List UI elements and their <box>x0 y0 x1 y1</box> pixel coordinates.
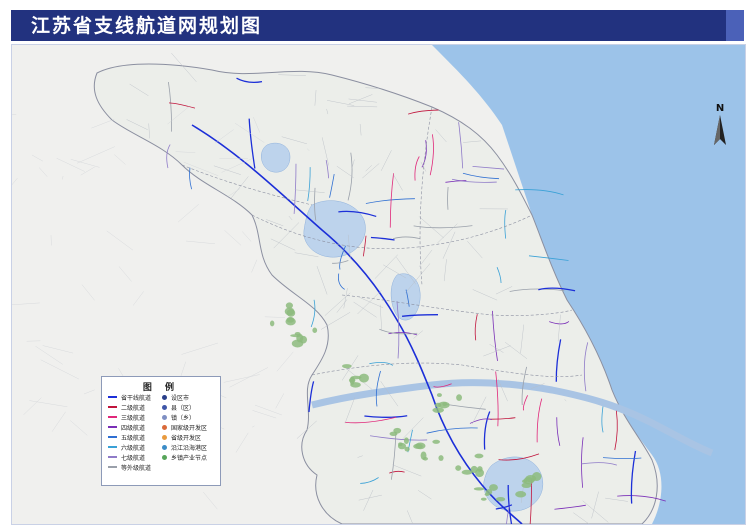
legend-line-label: 四级航道 <box>121 424 146 432</box>
hill-patch <box>477 466 483 472</box>
title-accent <box>726 10 744 41</box>
hill-patch <box>515 491 527 498</box>
luoma-lake <box>261 142 291 173</box>
legend-symbol-column: 设区市县（区） 镇（乡） 国家级开发区 省级开发区沿江沿海港区 乡镇产业节点 <box>162 392 207 462</box>
legend-line-item: 等外级航道 <box>108 462 151 472</box>
hill-patch <box>456 394 462 401</box>
legend-symbol-item: 乡镇产业节点 <box>162 452 207 462</box>
hongze-lake <box>303 200 366 258</box>
hill-patch <box>432 439 441 444</box>
hill-patch <box>312 327 318 333</box>
legend-line-swatch <box>108 446 117 448</box>
hill-patch <box>403 437 409 444</box>
hill-patch <box>461 469 473 475</box>
legend-symbol-label: 国家级开发区 <box>171 424 208 432</box>
town-dot-icon <box>162 414 167 420</box>
hill-patch <box>480 497 487 501</box>
legend-line-item: 五级航道 <box>108 432 151 442</box>
legend-line-column: 省干线航道二级航道三级航道四级航道五级航道六级航道七级航道等外级航道 <box>108 392 151 472</box>
hill-patch <box>432 407 444 413</box>
hill-patch <box>420 451 427 460</box>
hill-patch <box>415 442 426 450</box>
compass-label: N <box>715 103 725 114</box>
hill-patch <box>455 465 462 471</box>
port-zone-icon <box>162 444 167 450</box>
legend-line-swatch <box>108 436 117 438</box>
legend-symbol-item: 省级开发区 <box>162 432 207 442</box>
legend-line-swatch <box>108 396 117 398</box>
legend-symbol-item: 县（区） <box>162 402 207 412</box>
county-dot-icon <box>162 404 167 410</box>
legend-line-label: 六级航道 <box>121 444 146 452</box>
hill-patch <box>350 382 361 388</box>
legend-line-label: 七级航道 <box>121 454 146 462</box>
legend-line-swatch <box>108 416 117 418</box>
title-bar: 江苏省支线航道网规划图 <box>11 10 744 41</box>
legend-line-item: 六级航道 <box>108 442 151 452</box>
hill-patch <box>474 453 484 459</box>
legend-line-label: 等外级航道 <box>121 464 152 472</box>
hill-patch <box>485 489 493 495</box>
legend-symbol-label: 镇（乡） <box>171 414 196 422</box>
legend-line-label: 五级航道 <box>121 434 146 442</box>
legend-symbol-label: 设区市 <box>171 394 190 402</box>
hill-patch <box>436 393 442 398</box>
map-frame: 江苏省支线航道网规划图 N 图 例 省干线航道 二级航道 三级航道 四级航道 五… <box>0 0 750 530</box>
hill-patch <box>389 431 398 436</box>
legend-symbol-label: 沿江沿海港区 <box>171 444 208 452</box>
hill-patch <box>290 334 302 338</box>
hill-patch <box>350 375 362 380</box>
legend-line-label: 三级航道 <box>121 414 146 422</box>
legend-symbol-label: 乡镇产业节点 <box>171 454 208 462</box>
legend-line-item: 三级航道 <box>108 412 151 422</box>
map-title: 江苏省支线航道网规划图 <box>31 15 263 37</box>
hill-patch <box>438 401 450 409</box>
legend-line-item: 二级航道 <box>108 402 151 412</box>
compass: N <box>708 103 732 153</box>
hill-patch <box>269 320 275 327</box>
legend-panel: 图 例 省干线航道 二级航道 三级航道 四级航道 五级航道 六级航道 七级航道 等外级航道 设… <box>101 376 221 486</box>
legend-symbol-item: 国家级开发区 <box>162 422 207 432</box>
hill-patch <box>342 364 352 369</box>
legend-line-label: 省干线航道 <box>121 394 152 402</box>
tai-lake <box>483 456 544 512</box>
legend-line-swatch <box>108 466 117 468</box>
legend-symbol-item: 镇（乡） <box>162 412 207 422</box>
legend-line-swatch <box>108 406 117 408</box>
legend-line-swatch <box>108 426 117 428</box>
legend-line-item: 四级航道 <box>108 422 151 432</box>
hill-patch <box>285 302 293 309</box>
legend-symbol-item: 设区市 <box>162 392 207 402</box>
national-zone-icon <box>162 424 167 430</box>
legend-line-item: 省干线航道 <box>108 392 151 402</box>
hill-patch <box>473 487 485 491</box>
legend-line-swatch <box>108 456 117 458</box>
legend-symbol-label: 县（区） <box>171 404 196 412</box>
industry-node-icon <box>162 454 167 460</box>
legend-symbol-item: 沿江沿海港区 <box>162 442 207 452</box>
city-dot-icon <box>162 394 167 400</box>
hill-patch <box>495 496 506 502</box>
hill-patch <box>438 455 444 461</box>
north-arrow-shade <box>714 115 720 145</box>
hill-patch <box>397 442 406 450</box>
north-arrow-icon <box>714 115 726 145</box>
provincial-zone-icon <box>162 434 167 440</box>
hill-patch <box>284 307 295 316</box>
legend-line-item: 七级航道 <box>108 452 151 462</box>
legend-symbol-label: 省级开发区 <box>171 434 202 442</box>
legend-line-label: 二级航道 <box>121 404 146 412</box>
hill-patch <box>525 475 537 483</box>
hill-patch <box>286 316 295 323</box>
